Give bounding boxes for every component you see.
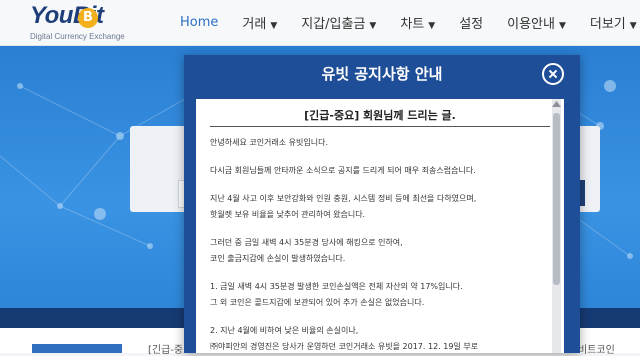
scroll-thumb[interactable] — [553, 113, 560, 285]
chevron-down-icon: ▼ — [629, 21, 637, 31]
chevron-down-icon: ▼ — [270, 21, 278, 31]
notice-body-line: ㈜야피안의 경영진은 당사가 운영하던 코인거래소 유빗을 2017. 12. … — [210, 342, 479, 351]
notice-body-line: 그러던 중 금일 새벽 4시 35분경 당사에 해킹으로 인하여, — [210, 238, 403, 247]
notice-body-line: 코인 출금지갑에 손실이 발생하였습니다. — [210, 254, 346, 263]
chevron-down-icon: ▼ — [428, 21, 436, 31]
nav-item-wallet[interactable]: 지갑/입출금 ▼ — [301, 13, 376, 32]
bitcoin-coin-icon: B — [78, 8, 98, 28]
title-divider — [210, 126, 550, 127]
nav-item-guide[interactable]: 이용안내 ▼ — [507, 13, 566, 32]
notice-modal: 유빗 공지사항 안내 [긴급-중요] 회원님께 드리는 글. 안녕하세요 코인거… — [184, 55, 580, 353]
notice-title: [긴급-중요] 회원님께 드리는 글. — [304, 109, 456, 122]
notice-body-line: 핫월렛 보유 비율을 낮추어 관리하여 왔습니다. — [210, 210, 366, 219]
notice-body-line: 1. 금일 새벽 4시 35분경 발생한 코인손실액은 전체 자산의 약 17%… — [210, 282, 463, 291]
modal-title: 유빗 공지사항 안내 — [321, 65, 443, 83]
notice-body-line: 안녕하세요 코인거래소 유빗입니다. — [210, 138, 329, 147]
nav-item-chart[interactable]: 차트 ▼ — [400, 13, 435, 32]
logo[interactable]: YouBit B Digital Currency Exchange — [26, 2, 136, 42]
notice-body: 안녕하세요 코인거래소 유빗입니다. 다시금 회원님들께 안타까운 소식으로 공지… — [210, 135, 540, 353]
notice-body-line: 지난 4월 사고 이후 보안강화와 인원 충원, 시스템 정비 등에 최선을 다… — [210, 194, 477, 203]
notice-body-line: 2. 지난 4월에 비하여 낮은 비율의 손실이나, — [210, 326, 359, 335]
nav-item-more[interactable]: 더보기 ▼ — [590, 13, 637, 32]
ticker-label-block — [32, 344, 122, 353]
nav-item-settings[interactable]: 설정 — [459, 13, 483, 32]
logo-tagline: Digital Currency Exchange — [30, 32, 125, 41]
content-scrollbar[interactable] — [552, 99, 561, 353]
notice-body-line: 다시금 회원님들께 안타까운 소식으로 공지를 드리게 되어 매우 죄송스럽습니… — [210, 166, 476, 175]
ticker-coin-text[interactable]: 비트코인 — [578, 341, 615, 356]
notice-body-line: 그 외 코인은 콜드지갑에 보관되어 있어 추가 손실은 없었습니다. — [210, 298, 425, 307]
notice-content: [긴급-중요] 회원님께 드리는 글. 안녕하세요 코인거래소 유빗입니다. 다시… — [196, 99, 564, 353]
close-icon[interactable] — [542, 63, 564, 85]
top-nav: YouBit B Digital Currency Exchange Home … — [0, 0, 640, 46]
nav-item-trade[interactable]: 거래 ▼ — [242, 13, 277, 32]
scroll-up-arrow-icon[interactable] — [552, 101, 561, 107]
chevron-down-icon: ▼ — [558, 21, 566, 31]
nav-item-home[interactable]: Home — [180, 15, 218, 30]
main-menu: Home 거래 ▼ 지갑/입출금 ▼ 차트 ▼ 설정 이용안내 ▼ 더보기 ▼ — [180, 0, 640, 45]
chevron-down-icon: ▼ — [369, 21, 377, 31]
